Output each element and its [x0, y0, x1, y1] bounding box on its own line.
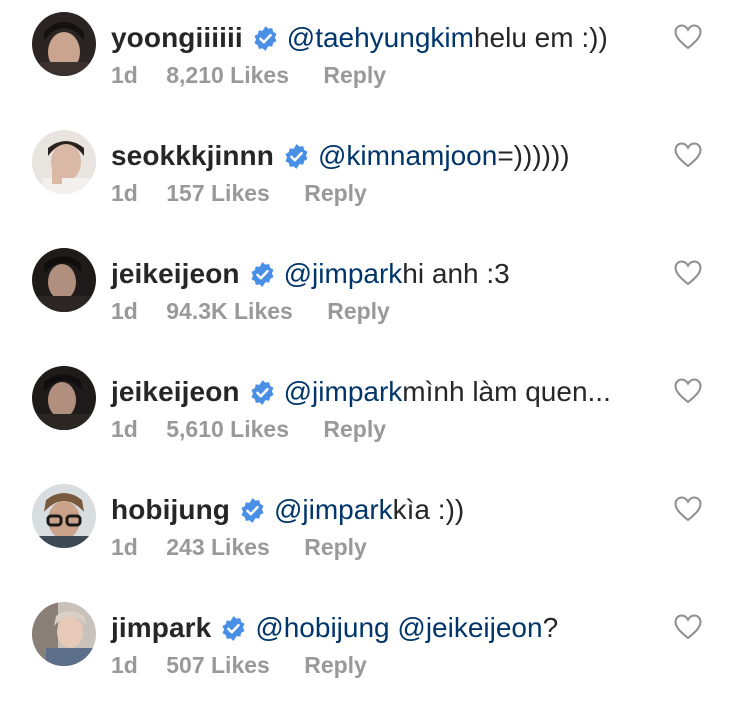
comment-likes[interactable]: 5,610 Likes	[166, 416, 289, 442]
verified-badge-icon	[220, 615, 247, 642]
comment-body: =))))))	[497, 140, 570, 171]
comment-text-line: yoongiiiiii @taehyungkim helu em :))	[111, 18, 608, 58]
comment-meta: 1d 8,210 Likes Reply	[111, 62, 408, 89]
reply-button[interactable]: Reply	[304, 534, 367, 560]
comment-likes[interactable]: 8,210 Likes	[166, 62, 289, 88]
comment-body: mình làm quen...	[402, 376, 611, 407]
avatar[interactable]	[32, 130, 96, 194]
comment-mention[interactable]: @jeikeijeon	[397, 612, 542, 644]
comment-mention[interactable]: @jimpark	[284, 258, 403, 290]
comment-username[interactable]: hobijung	[111, 494, 230, 526]
comment-item: seokkkjinnn @kimnamjoon =)))))) 1d 157 L…	[0, 118, 750, 228]
heart-outline-icon[interactable]	[674, 260, 702, 286]
comment-time: 1d	[111, 180, 138, 206]
verified-badge-icon	[283, 143, 310, 170]
verified-badge-icon	[249, 261, 276, 288]
comments-list: yoongiiiiii @taehyungkim helu em :)) 1d …	[0, 0, 750, 706]
comment-likes[interactable]: 507 Likes	[166, 652, 270, 678]
comment-username[interactable]: yoongiiiiii	[111, 22, 243, 54]
comment-username[interactable]: jeikeijeon	[111, 376, 240, 408]
comment-item: jeikeijeon @jimpark hi anh :3 1d 94.3K L…	[0, 236, 750, 346]
comment-meta: 1d 507 Likes Reply	[111, 652, 389, 679]
comment-body: helu em :))	[473, 22, 608, 53]
reply-button[interactable]: Reply	[327, 298, 390, 324]
reply-button[interactable]: Reply	[304, 652, 367, 678]
avatar[interactable]	[32, 484, 96, 548]
verified-badge-icon	[252, 25, 279, 52]
comment-item: yoongiiiiii @taehyungkim helu em :)) 1d …	[0, 0, 750, 110]
comment-text-line: seokkkjinnn @kimnamjoon =))))))	[111, 136, 570, 176]
comment-space	[390, 612, 398, 644]
comment-body: ?	[542, 612, 559, 643]
comment-mention[interactable]: @jimpark	[284, 376, 403, 408]
comment-meta: 1d 157 Likes Reply	[111, 180, 389, 207]
comment-text-line: jeikeijeon @jimpark mình làm quen...	[111, 372, 611, 412]
reply-button[interactable]: Reply	[323, 416, 386, 442]
verified-badge-icon	[239, 497, 266, 524]
comment-text-line: jeikeijeon @jimpark hi anh :3	[111, 254, 510, 294]
heart-outline-icon[interactable]	[674, 24, 702, 50]
comment-username[interactable]: jeikeijeon	[111, 258, 240, 290]
comment-item: jimpark @hobijung @jeikeijeon ? 1d 507 L…	[0, 590, 750, 700]
verified-badge-icon	[249, 379, 276, 406]
heart-outline-icon[interactable]	[674, 142, 702, 168]
comment-time: 1d	[111, 298, 138, 324]
comment-body: hi anh :3	[402, 258, 510, 289]
reply-button[interactable]: Reply	[304, 180, 367, 206]
reply-button[interactable]: Reply	[323, 62, 386, 88]
comment-time: 1d	[111, 652, 138, 678]
comment-mention[interactable]: @jimpark	[274, 494, 393, 526]
comment-item: jeikeijeon @jimpark mình làm quen... 1d …	[0, 354, 750, 464]
comment-username[interactable]: jimpark	[111, 612, 211, 644]
comment-likes[interactable]: 157 Likes	[166, 180, 270, 206]
comment-username[interactable]: seokkkjinnn	[111, 140, 274, 172]
comment-time: 1d	[111, 534, 138, 560]
avatar[interactable]	[32, 12, 96, 76]
heart-outline-icon[interactable]	[674, 378, 702, 404]
comment-time: 1d	[111, 62, 138, 88]
comment-mention[interactable]: @kimnamjoon	[318, 140, 497, 172]
avatar[interactable]	[32, 602, 96, 666]
comment-mention[interactable]: @taehyungkim	[287, 22, 474, 54]
heart-outline-icon[interactable]	[674, 614, 702, 640]
comment-meta: 1d 5,610 Likes Reply	[111, 416, 408, 443]
comment-body: kìa :))	[392, 494, 465, 525]
comment-likes[interactable]: 243 Likes	[166, 534, 270, 560]
comment-text-line: hobijung @jimpark kìa :))	[111, 490, 464, 530]
comment-time: 1d	[111, 416, 138, 442]
comment-meta: 1d 94.3K Likes Reply	[111, 298, 412, 325]
heart-outline-icon[interactable]	[674, 496, 702, 522]
comment-item: hobijung @jimpark kìa :)) 1d 243 Likes R…	[0, 472, 750, 582]
avatar[interactable]	[32, 366, 96, 430]
avatar[interactable]	[32, 248, 96, 312]
comment-text-line: jimpark @hobijung @jeikeijeon ?	[111, 608, 558, 648]
comment-meta: 1d 243 Likes Reply	[111, 534, 389, 561]
comment-mention[interactable]: @hobijung	[255, 612, 389, 644]
comment-likes[interactable]: 94.3K Likes	[166, 298, 293, 324]
